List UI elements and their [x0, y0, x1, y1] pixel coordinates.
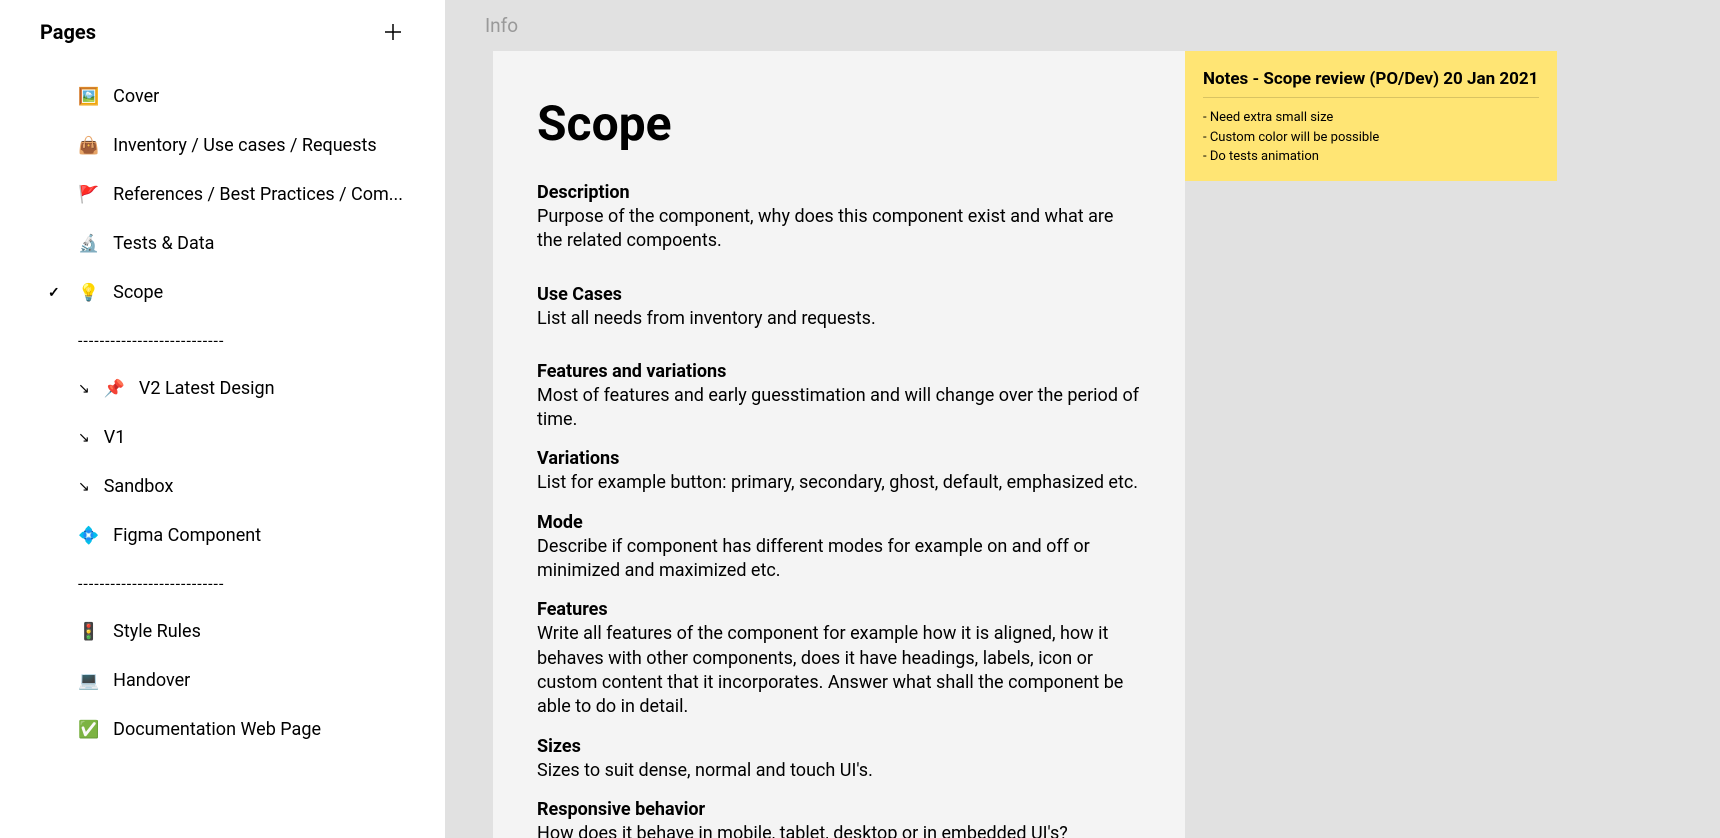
page-divider: ---------------------------: [40, 560, 405, 607]
section-description: Description Purpose of the component, wh…: [537, 182, 1141, 254]
section-variations: Variations List for example button: prim…: [537, 448, 1141, 495]
section-heading: Sizes: [537, 736, 1141, 757]
section-use-cases: Use Cases List all needs from inventory …: [537, 284, 1141, 331]
flag-icon: 🚩: [78, 185, 99, 205]
section-text: Most of features and early guesstimation…: [537, 384, 1141, 433]
notes-title: Notes - Scope review (PO/Dev) 20 Jan 202…: [1203, 69, 1539, 98]
section-heading: Features and variations: [537, 361, 1141, 382]
section-text: List all needs from inventory and reques…: [537, 307, 1141, 331]
page-label: Handover: [113, 670, 190, 691]
section-text: Write all features of the component for …: [537, 622, 1141, 719]
sidebar-item-tests[interactable]: 🔬 Tests & Data: [40, 219, 405, 268]
section-text: List for example button: primary, second…: [537, 471, 1141, 495]
arrow-down-right-icon: ↘: [78, 381, 90, 397]
section-heading: Responsive behavior: [537, 799, 1141, 820]
section-heading: Mode: [537, 512, 1141, 533]
sidebar-item-figma-component[interactable]: 💠 Figma Component: [40, 511, 405, 560]
sidebar-item-sandbox[interactable]: ↘ Sandbox: [40, 462, 405, 511]
section-heading: Features: [537, 599, 1141, 620]
page-label: Figma Component: [113, 525, 261, 546]
page-label: Tests & Data: [113, 233, 214, 254]
plus-icon: [383, 22, 403, 42]
section-mode: Mode Describe if component has different…: [537, 512, 1141, 584]
section-responsive: Responsive behavior How does it behave i…: [537, 799, 1141, 838]
page-label: Sandbox: [104, 476, 174, 497]
section-features-variations: Features and variations Most of features…: [537, 361, 1141, 433]
notes-line: - Do tests animation: [1203, 147, 1539, 167]
bulb-icon: 💡: [78, 283, 99, 303]
sidebar-item-handover[interactable]: 💻 Handover: [40, 656, 405, 705]
page-label: V1: [104, 427, 126, 448]
checkmark-icon: ✅: [78, 720, 99, 740]
scope-document-frame[interactable]: Scope Description Purpose of the compone…: [493, 51, 1185, 838]
section-text: How does it behave in mobile, tablet, de…: [537, 822, 1141, 838]
sidebar-item-scope[interactable]: 💡 Scope: [40, 268, 405, 317]
page-label: References / Best Practices / Com...: [113, 184, 403, 205]
page-label: Cover: [113, 86, 159, 107]
diamond-icon: 💠: [78, 526, 99, 546]
laptop-icon: 💻: [78, 671, 99, 691]
arrow-down-right-icon: ↘: [78, 430, 90, 446]
section-heading: Description: [537, 182, 1141, 203]
notes-sticky[interactable]: Notes - Scope review (PO/Dev) 20 Jan 202…: [1185, 51, 1557, 181]
pages-title: Pages: [40, 20, 96, 44]
section-text: Sizes to suit dense, normal and touch UI…: [537, 759, 1141, 783]
add-page-button[interactable]: [381, 20, 405, 44]
sidebar-item-v2[interactable]: ↘ 📌 V2 Latest Design: [40, 364, 405, 413]
pin-icon: 📌: [104, 379, 125, 399]
canvas[interactable]: Scope Description Purpose of the compone…: [445, 51, 1720, 838]
page-label: Scope: [113, 282, 163, 303]
sidebar-item-cover[interactable]: 🖼️ Cover: [40, 72, 405, 121]
sidebar-item-v1[interactable]: ↘ V1: [40, 413, 405, 462]
sidebar-header: Pages: [40, 20, 405, 44]
page-label: Style Rules: [113, 621, 201, 642]
section-heading: Use Cases: [537, 284, 1141, 305]
canvas-area: Info Scope Description Purpose of the co…: [445, 0, 1720, 838]
arrow-down-right-icon: ↘: [78, 479, 90, 495]
sidebar-item-inventory[interactable]: 👜 Inventory / Use cases / Requests: [40, 121, 405, 170]
page-label: Documentation Web Page: [113, 719, 321, 740]
microscope-icon: 🔬: [78, 234, 99, 254]
section-heading: Variations: [537, 448, 1141, 469]
info-label: Info: [485, 14, 518, 37]
picture-icon: 🖼️: [78, 87, 99, 107]
page-label: Inventory / Use cases / Requests: [113, 135, 377, 156]
sidebar-item-references[interactable]: 🚩 References / Best Practices / Com...: [40, 170, 405, 219]
traffic-light-icon: 🚦: [78, 622, 99, 642]
notes-line: - Need extra small size: [1203, 108, 1539, 128]
section-text: Describe if component has different mode…: [537, 535, 1141, 584]
pages-sidebar: Pages 🖼️ Cover 👜 Inventory / Use cases /…: [0, 0, 445, 838]
info-bar: Info: [445, 0, 1720, 51]
document-title: Scope: [537, 95, 1141, 152]
section-features: Features Write all features of the compo…: [537, 599, 1141, 719]
page-divider: ---------------------------: [40, 317, 405, 364]
section-text: Purpose of the component, why does this …: [537, 205, 1141, 254]
notes-line: - Custom color will be possible: [1203, 128, 1539, 148]
bag-icon: 👜: [78, 136, 99, 156]
sidebar-item-style-rules[interactable]: 🚦 Style Rules: [40, 607, 405, 656]
page-list: 🖼️ Cover 👜 Inventory / Use cases / Reque…: [40, 72, 405, 754]
page-label: V2 Latest Design: [139, 378, 275, 399]
sidebar-item-documentation[interactable]: ✅ Documentation Web Page: [40, 705, 405, 754]
section-sizes: Sizes Sizes to suit dense, normal and to…: [537, 736, 1141, 783]
